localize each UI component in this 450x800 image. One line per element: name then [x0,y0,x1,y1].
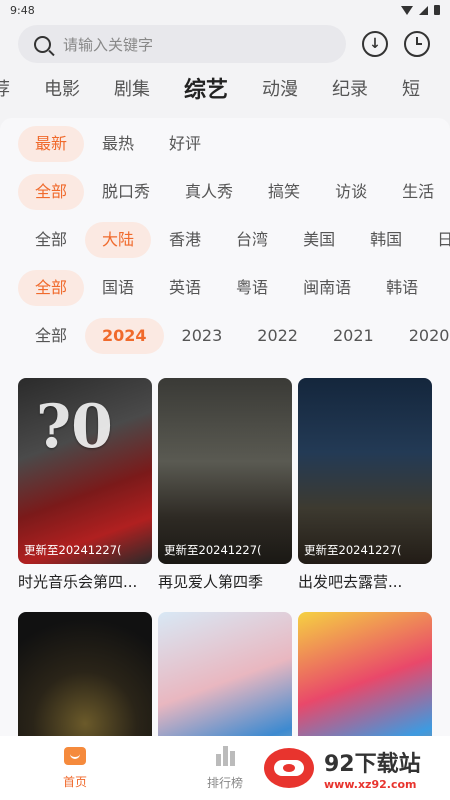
filter-chip[interactable]: 美国 [286,222,352,258]
download-icon[interactable]: ↓ [362,31,388,57]
update-label: 更新至20241227( [164,543,262,557]
filter-chip[interactable]: 2020 [392,318,450,354]
filter-chip[interactable]: 韩语 [369,270,435,306]
filter-chip[interactable]: 全部 [18,174,85,210]
show-card[interactable]: 更新至20241227( 再见爱人第四季 [158,378,292,592]
tab-movie[interactable]: 电影 [44,75,80,101]
category-tabs: 荐 电影 剧集 综艺 动漫 纪录 短 [0,64,450,112]
filter-chip[interactable]: 闽南语 [286,270,368,306]
filter-chip[interactable]: 最新 [18,126,85,162]
tab-anime[interactable]: 动漫 [262,75,298,101]
filter-chip[interactable]: 搞笑 [251,174,317,210]
battery-icon [434,5,440,15]
filter-chip[interactable]: 2023 [165,318,240,354]
status-icons [401,5,440,15]
ranking-icon [215,745,235,766]
filter-chip[interactable]: 2021 [316,318,391,354]
watermark-logo-icon [264,748,314,788]
tab-documentary[interactable]: 纪录 [332,75,368,101]
show-poster: ?0 更新至20241227( [18,378,152,564]
nav-ranking-label: 排行榜 [206,775,243,790]
show-title: 出发吧去露营... [298,573,403,591]
update-label: 更新至20241227( [304,543,402,557]
wifi-icon [401,5,413,15]
filter-chip[interactable]: 2024 [85,318,164,354]
filter-chip[interactable]: 全部 [18,222,84,258]
watermark: 92下载站 www.xz92.com [246,736,450,800]
filter-chip[interactable]: 英语 [152,270,218,306]
nav-home-label: 首页 [62,774,87,789]
nav-home[interactable]: 首页 [0,736,150,800]
filter-chip[interactable]: 全部 [18,318,84,354]
content-panel: 最新 最热 好评 全部 脱口秀 真人秀 搞笑 访谈 生活 全部 大陆 香港 台湾… [0,118,450,800]
filter-row-sort: 最新 最热 好评 [0,120,450,168]
filter-row-year: 全部 2024 2023 2022 2021 2020 [0,312,450,360]
filter-row-region: 全部 大陆 香港 台湾 美国 韩国 日 [0,216,450,264]
show-poster: 更新至20241227( [158,378,292,564]
search-placeholder: 请输入关键字 [63,35,154,54]
filter-chip[interactable]: 粤语 [219,270,285,306]
tab-variety[interactable]: 综艺 [184,72,228,104]
status-time: 9:48 [10,3,35,17]
filter-chip[interactable]: 大陆 [85,222,152,258]
signal-icon [419,5,428,15]
tab-series[interactable]: 剧集 [114,75,150,101]
filter-chip[interactable]: 香港 [152,222,218,258]
watermark-url: www.xz92.com [324,777,417,791]
show-title: 再见爱人第四季 [158,573,264,591]
filter-chip[interactable]: 2022 [240,318,315,354]
history-clock-icon[interactable] [404,31,430,57]
show-poster: 更新至20241227( [298,378,432,564]
search-input[interactable]: 请输入关键字 [18,25,346,63]
watermark-name: 92下载站 [324,751,421,777]
status-bar: 9:48 [0,0,450,20]
filter-chip[interactable]: 真人秀 [168,174,250,210]
filter-chip[interactable]: 脱口秀 [85,174,167,210]
filter-chip[interactable]: 全部 [18,270,85,306]
search-row: 请输入关键字 ↓ [0,20,450,64]
filter-row-genre: 全部 脱口秀 真人秀 搞笑 访谈 生活 [0,168,450,216]
search-icon [34,35,51,53]
home-icon [64,746,86,765]
filter-row-language: 全部 国语 英语 粤语 闽南语 韩语 [0,264,450,312]
tab-short[interactable]: 短 [402,75,420,101]
filter-chip[interactable]: 国语 [85,270,151,306]
filter-chip[interactable]: 最热 [85,126,151,162]
filter-chip[interactable]: 生活 [385,174,450,210]
update-label: 更新至20241227( [24,543,122,557]
filter-chip[interactable]: 台湾 [219,222,285,258]
show-card[interactable]: 更新至20241227( 出发吧去露营... [298,378,432,592]
filter-chip[interactable]: 韩国 [353,222,419,258]
show-card[interactable]: ?0 更新至20241227( 时光音乐会第四... [18,378,152,592]
filter-chip[interactable]: 好评 [152,126,218,162]
filter-chip[interactable]: 日 [420,222,450,258]
filter-chip[interactable]: 访谈 [318,174,384,210]
tab-recommend[interactable]: 荐 [0,75,10,101]
show-title: 时光音乐会第四... [18,573,138,591]
